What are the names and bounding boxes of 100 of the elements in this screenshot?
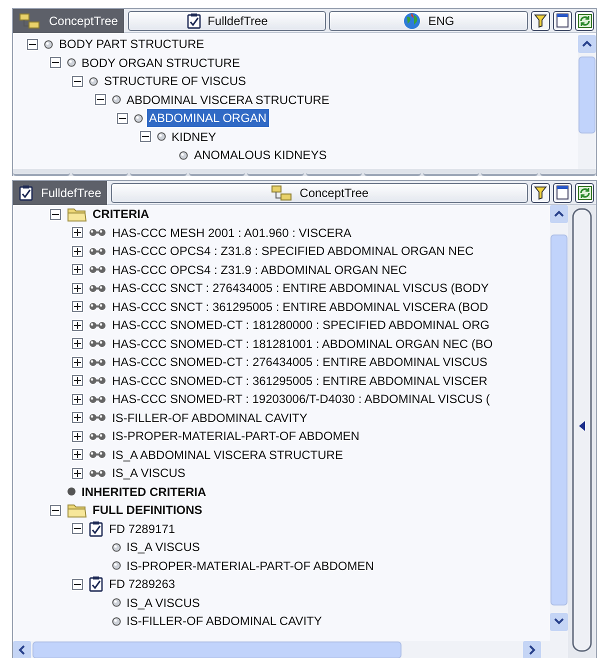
tree-item[interactable]: HAS-CCC OPCS4 : Z31.8 : SPECIFIED ABDOMINAL ORGAN NEC <box>110 242 476 260</box>
tree-item[interactable]: KIDNEY <box>170 128 218 146</box>
tab[interactable]: ConceptTree <box>111 182 528 202</box>
tree-item[interactable]: IS-PROPER-MATERIAL-PART-OF ABDOMEN <box>124 556 376 575</box>
bullet-icon <box>112 598 120 608</box>
tree-item[interactable]: HAS-CCC SNOMED-CT : 181281001 : ABDOMINAL ORGAN NEC (BO <box>110 334 495 353</box>
expand-toggle[interactable] <box>72 430 83 442</box>
tree-icon <box>270 184 293 200</box>
link-icon <box>89 302 106 312</box>
collapse-toggle[interactable] <box>94 94 106 106</box>
expand-toggle[interactable] <box>72 394 83 405</box>
link-icon <box>89 339 106 348</box>
link-icon <box>89 468 106 478</box>
window-icon <box>556 185 569 200</box>
tree-item[interactable]: IS_A VISCUS <box>124 594 202 612</box>
tab[interactable]: FulldefTree <box>13 180 108 204</box>
collapse-toggle[interactable] <box>72 523 83 534</box>
tree-item[interactable]: INHERITED CRITERIA <box>80 482 208 501</box>
expand-toggle[interactable] <box>72 282 83 294</box>
link-icon <box>89 246 106 256</box>
tab[interactable]: ENG <box>329 10 528 30</box>
window-icon <box>556 13 569 28</box>
tree-item[interactable]: STRUCTURE OF VISCUS <box>102 72 248 90</box>
bullet-icon <box>112 542 120 552</box>
collapse-toggle[interactable] <box>117 112 128 124</box>
globe-icon <box>403 12 422 30</box>
bullet-icon <box>134 114 143 123</box>
tree-item[interactable]: IS-PROPER-MATERIAL-PART-OF ABDOMEN <box>110 427 362 446</box>
bullet-icon <box>112 95 120 104</box>
window-button[interactable] <box>553 10 572 30</box>
expand-toggle[interactable] <box>72 246 83 257</box>
tree-icon <box>19 12 41 28</box>
tree-item[interactable]: BODY ORGAN STRUCTURE <box>80 54 242 72</box>
refresh-button[interactable] <box>575 10 594 30</box>
filter-button[interactable] <box>531 10 550 30</box>
expand-toggle[interactable] <box>72 449 83 460</box>
filter-button[interactable] <box>531 182 550 202</box>
link-icon <box>89 413 106 422</box>
bullet-icon <box>89 76 98 86</box>
tab[interactable]: FulldefTree <box>128 10 326 30</box>
tree-item[interactable]: IS_A VISCUS <box>124 538 202 556</box>
expand-toggle[interactable] <box>72 356 83 368</box>
bullet-icon <box>44 40 53 49</box>
expand-toggle[interactable] <box>72 468 83 479</box>
vertical-scrollbar[interactable] <box>550 205 568 641</box>
tree-item[interactable]: FD 7289171 <box>107 520 178 538</box>
tree-item[interactable]: ABDOMINAL ORGAN <box>147 109 269 128</box>
collapse-toggle[interactable] <box>72 578 83 590</box>
window-button[interactable] <box>553 182 572 202</box>
tree-item[interactable]: ABDOMINAL VISCERA STRUCTURE <box>124 90 332 109</box>
tree-item[interactable]: CRITERIA <box>90 205 152 224</box>
collapse-toggle[interactable] <box>72 76 83 87</box>
filter-icon <box>534 14 547 28</box>
tree-item[interactable]: HAS-CCC OPCS4 : Z31.9 : ABDOMINAL ORGAN NEC <box>110 260 409 279</box>
vertical-scrollbar[interactable] <box>578 35 596 169</box>
collapse-toggle[interactable] <box>50 57 60 68</box>
refresh-button[interactable] <box>575 182 594 202</box>
expand-toggle[interactable] <box>72 375 83 386</box>
expand-toggle[interactable] <box>72 227 83 238</box>
bullet-icon <box>156 132 166 142</box>
link-icon <box>89 450 106 460</box>
link-icon <box>89 358 106 367</box>
tree-item[interactable]: IS_A VISCUS <box>110 464 188 482</box>
tree-item[interactable]: IS-FILLER-OF ABDOMINAL CAVITY <box>110 408 310 427</box>
clipboard-check-icon <box>19 184 33 200</box>
expand-toggle[interactable] <box>72 320 83 331</box>
expand-toggle[interactable] <box>72 338 83 350</box>
refresh-icon <box>578 186 592 200</box>
bullet-icon <box>179 150 188 160</box>
expand-toggle[interactable] <box>72 264 83 276</box>
folder-icon <box>66 206 86 222</box>
tree-item[interactable]: HAS-CCC SNOMED-CT : 181280000 : SPECIFIED ABDOMINAL ORG <box>110 316 492 334</box>
expand-toggle[interactable] <box>72 301 83 312</box>
tree-item[interactable]: IS_A ABDOMINAL VISCERA STRUCTURE <box>110 446 345 464</box>
tree-item[interactable]: HAS-CCC SNOMED-CT : 361295005 : ENTIRE ABDOMINAL VISCER <box>110 372 490 390</box>
tree-item[interactable]: HAS-CCC SNCT : 276434005 : ENTIRE ABDOMINAL VISCUS (BODY <box>110 279 491 298</box>
collapse-toggle[interactable] <box>50 504 60 516</box>
link-icon <box>89 284 106 293</box>
folder-icon <box>66 502 86 518</box>
expand-toggle[interactable] <box>72 412 83 424</box>
tree-item[interactable]: HAS-CCC SNOMED-RT : 19203006/T-D4030 : ABDOMINAL VISCUS ( <box>110 390 492 408</box>
tree-item[interactable]: ANOMALOUS KIDNEYS <box>192 146 329 164</box>
collapse-toggle[interactable] <box>140 131 150 142</box>
clipboard-check-icon <box>89 576 103 592</box>
link-icon <box>89 320 106 330</box>
tree-item[interactable]: BODY PART STRUCTURE <box>57 35 206 54</box>
filter-icon <box>534 186 547 200</box>
tree-item[interactable]: FD 7289263 <box>107 575 178 594</box>
tree-item[interactable]: HAS-CCC SNOMED-CT : 276434005 : ENTIRE ABDOMINAL VISCUS <box>110 353 490 372</box>
tree-item[interactable]: FULL DEFINITIONS <box>90 501 204 520</box>
clipboard-check-icon <box>89 520 103 537</box>
horizontal-scrollbar[interactable] <box>13 641 568 658</box>
clipboard-check-icon <box>186 12 201 28</box>
bullet-icon <box>112 561 120 570</box>
tree-item[interactable]: HAS-CCC MESH 2001 : A01.960 : VISCERA <box>110 224 354 242</box>
tree-item[interactable]: HAS-CCC SNCT : 361295005 : ENTIRE ABDOMINAL VISCERA (BOD <box>110 298 490 316</box>
collapse-toggle[interactable] <box>27 38 38 50</box>
tab[interactable]: ConceptTree <box>13 8 124 32</box>
tree-item[interactable]: IS-FILLER-OF ABDOMINAL CAVITY <box>124 612 324 630</box>
collapse-toggle[interactable] <box>50 208 60 220</box>
